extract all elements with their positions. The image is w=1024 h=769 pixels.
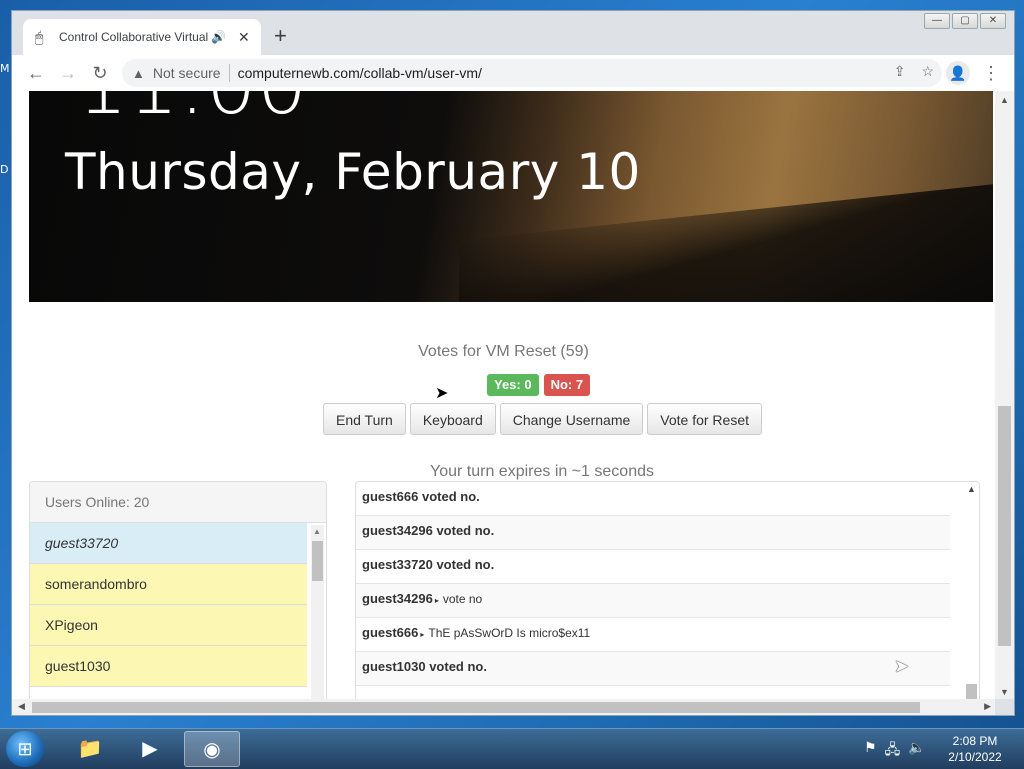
vote-reset-button[interactable]: Vote for Reset — [647, 403, 762, 435]
browser-window: — ▢ ✕ 🖱 Control Collaborative Virtual 🔊 … — [11, 10, 1015, 716]
tab-title: Control Collaborative Virtual — [59, 30, 209, 44]
users-panel: Users Online: 20 guest33720 somerandombr… — [29, 481, 327, 699]
chat-username[interactable]: guest666 — [362, 489, 418, 504]
browser-toolbar: ← → ↻ ▲ Not secure computernewb.com/coll… — [12, 55, 1014, 92]
user-list-item[interactable]: guest33720 — [30, 523, 307, 564]
chat-arrow-icon: ▸ — [420, 630, 425, 639]
chat-text: ThE pAsSwOrD Is micro$ex11 — [428, 626, 591, 640]
chat-arrow-icon: ▸ — [434, 596, 439, 605]
media-player-taskbar-icon[interactable]: ▶ — [122, 731, 178, 767]
security-status[interactable]: Not secure — [153, 65, 221, 81]
scrollbar-thumb[interactable] — [998, 406, 1011, 646]
close-icon[interactable]: ✕ — [238, 29, 250, 46]
chat-username[interactable]: guest666 — [362, 625, 418, 640]
scroll-up-icon[interactable]: ▲ — [313, 527, 321, 536]
scroll-right-icon[interactable]: ▶ — [984, 701, 991, 712]
chat-username[interactable]: guest34296 — [362, 591, 433, 606]
taskbar: ⊞ 📁 ▶ ◉ ⚑ 🖧 🔈 2:08 PM 2/10/2022 — [0, 728, 1024, 769]
keyboard-button[interactable]: Keyboard — [409, 403, 496, 435]
menu-icon[interactable]: ⋮ — [982, 61, 1000, 85]
minimize-button[interactable]: — — [924, 13, 950, 29]
chat-username[interactable]: guest1030 — [362, 659, 426, 674]
users-scrollbar[interactable]: ▲ — [311, 525, 324, 699]
chat-text: vote no — [442, 592, 483, 606]
mouse-cursor-icon: ➤ — [894, 656, 910, 676]
chat-scrollbar[interactable]: ▲ — [963, 482, 979, 699]
reload-icon[interactable]: ↻ — [88, 61, 112, 85]
chat-message: guest33720 voted no. — [356, 550, 950, 584]
chrome-taskbar-icon[interactable]: ◉ — [184, 731, 240, 767]
network-icon[interactable]: 🖧 — [885, 739, 901, 763]
user-list-item[interactable]: somerandombro — [30, 564, 307, 605]
chat-text: voted no. — [432, 557, 495, 572]
no-badge: No: 7 — [543, 374, 591, 396]
vote-reset-title: Votes for VM Reset (59) — [418, 343, 589, 360]
address-bar[interactable]: ▲ Not secure computernewb.com/collab-vm/… — [122, 59, 942, 87]
turn-status: Your turn expires in ~1 seconds — [430, 463, 654, 480]
warning-icon[interactable]: ▲ — [132, 66, 145, 81]
window-controls: — ▢ ✕ — [924, 13, 1006, 29]
scroll-up-icon[interactable]: ▲ — [967, 484, 976, 494]
system-tray: ⚑ 🖧 🔈 — [864, 739, 926, 763]
control-buttons: End Turn Keyboard Change Username Vote f… — [323, 403, 762, 435]
start-button[interactable]: ⊞ — [6, 731, 44, 767]
vm-display[interactable]: 11:00 Thursday, February 10 — [29, 91, 993, 302]
maximize-button[interactable]: ▢ — [952, 13, 978, 29]
explorer-taskbar-icon[interactable]: 📁 — [62, 731, 118, 767]
clock-date: 2/10/2022 — [948, 750, 1002, 764]
vote-badges: Yes: 0 No: 7 — [487, 374, 591, 396]
omnibox-actions: ⇪ ☆ — [894, 63, 934, 80]
chat-message: guest1030 voted no. — [356, 652, 950, 686]
user-list-item[interactable]: guest1030 — [30, 646, 307, 687]
mouse-icon: 🖱 — [35, 29, 44, 45]
page-vertical-scrollbar[interactable]: ▲ ▼ — [995, 91, 1014, 699]
url-text[interactable]: computernewb.com/collab-vm/user-vm/ — [238, 65, 482, 81]
user-list-item[interactable]: XPigeon — [30, 605, 307, 646]
scroll-up-icon[interactable]: ▲ — [1000, 95, 1009, 105]
vm-lock-date: Thursday, February 10 — [65, 143, 641, 201]
new-tab-button[interactable]: + — [274, 25, 287, 47]
scroll-left-icon[interactable]: ◀ — [18, 701, 25, 712]
chat-message: guest666 voted no. — [356, 482, 950, 516]
chat-message: guest666 ▸ ThE pAsSwOrD Is micro$ex11 — [356, 618, 950, 652]
scrollbar-thumb[interactable] — [32, 702, 920, 713]
users-online-header: Users Online: 20 — [30, 482, 326, 523]
back-icon[interactable]: ← — [24, 61, 48, 85]
star-icon[interactable]: ☆ — [921, 63, 934, 80]
end-turn-button[interactable]: End Turn — [323, 403, 406, 435]
scrollbar-thumb[interactable] — [312, 541, 323, 581]
clock-time: 2:08 PM — [952, 734, 998, 748]
speaker-icon[interactable]: 🔊 — [211, 30, 226, 44]
chat-text: voted no. — [432, 523, 495, 538]
change-username-button[interactable]: Change Username — [499, 403, 644, 435]
page-content: 11:00 Thursday, February 10 Votes for VM… — [12, 91, 995, 699]
divider — [228, 64, 230, 82]
share-icon[interactable]: ⇪ — [894, 63, 906, 80]
scrollbar-thumb[interactable] — [966, 684, 977, 699]
browser-tab[interactable]: 🖱 Control Collaborative Virtual 🔊 ✕ — [23, 19, 261, 55]
chat-text: voted no. — [418, 489, 480, 504]
action-center-icon[interactable]: ⚑ — [864, 739, 877, 763]
chat-username[interactable]: guest33720 — [362, 557, 433, 572]
profile-icon[interactable]: 👤 — [946, 61, 970, 85]
chat-text: voted no. — [425, 659, 487, 674]
chat-message: guest34296 voted no. — [356, 516, 950, 550]
chat-panel: guest666 voted no. guest34296 voted no. … — [355, 481, 980, 699]
yes-badge: Yes: 0 — [487, 374, 539, 396]
page-horizontal-scrollbar[interactable]: ◀ ▶ — [12, 699, 995, 715]
mouse-cursor-icon: ➤ — [435, 385, 449, 402]
chat-message: guest34296 ▸ vote no — [356, 584, 950, 618]
vm-lock-time: 11:00 — [77, 91, 308, 132]
scroll-down-icon[interactable]: ▼ — [1000, 687, 1009, 697]
chat-username[interactable]: guest34296 — [362, 523, 433, 538]
taskbar-clock[interactable]: 2:08 PM 2/10/2022 — [940, 733, 1010, 765]
volume-icon[interactable]: 🔈 — [908, 739, 925, 763]
forward-icon[interactable]: → — [56, 61, 80, 85]
close-window-button[interactable]: ✕ — [980, 13, 1006, 29]
